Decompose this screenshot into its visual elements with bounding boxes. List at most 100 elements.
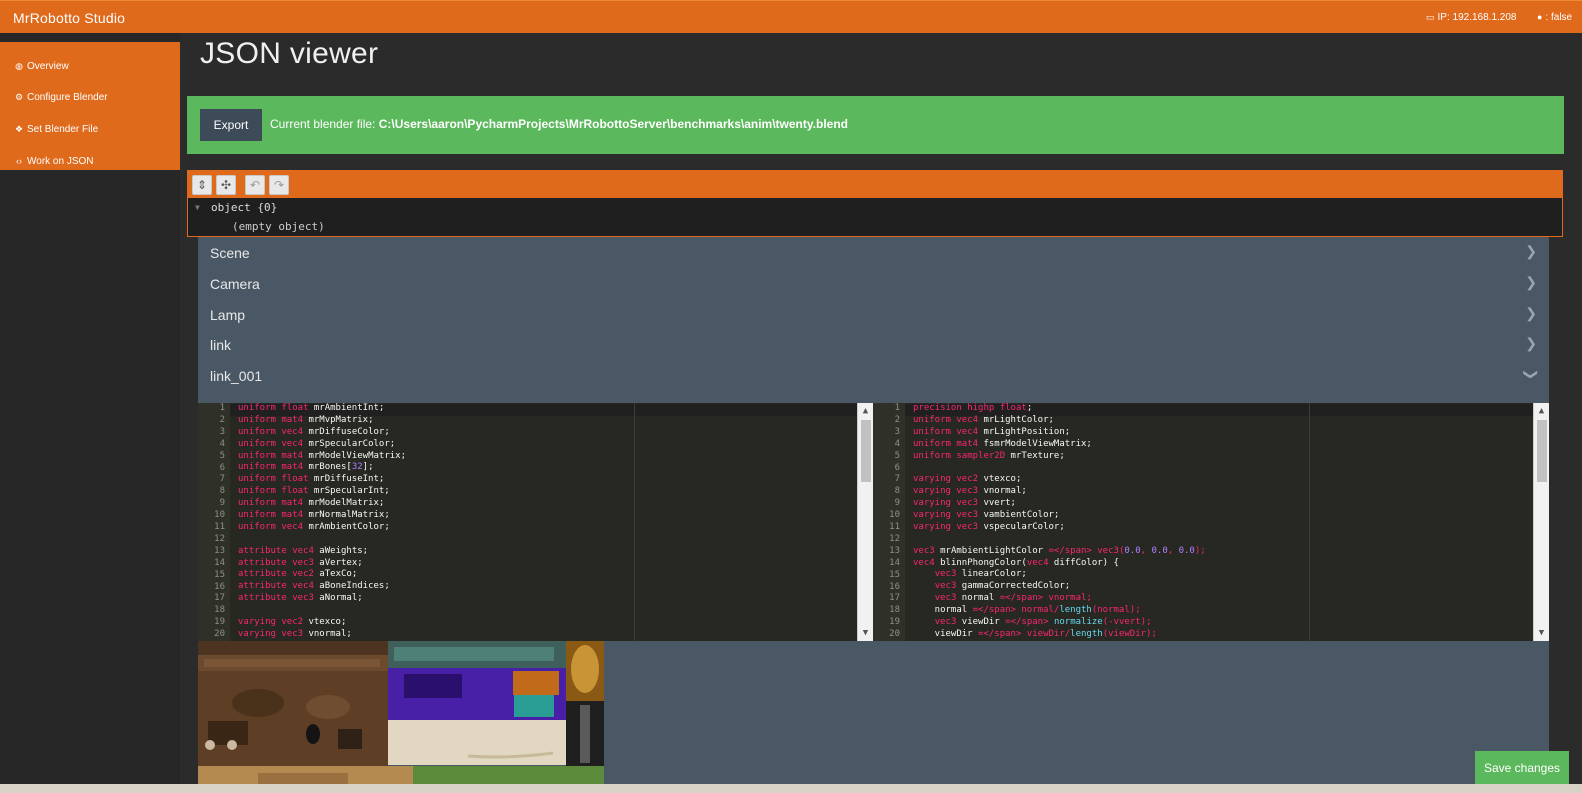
sidebar-item-overview[interactable]: ◍ Overview — [13, 58, 69, 74]
undo-icon[interactable]: ↶ — [245, 175, 265, 195]
tree-toggle-icon[interactable]: ▼ — [195, 203, 200, 212]
accordion-item-camera[interactable]: Camera ❯ — [198, 268, 1549, 299]
fragment-shader-editor[interactable]: 1 2 3 4 5 6 7 8 9 10 11 12 13 14 15 16 17 18 19 20 precisio… — [873, 403, 1549, 641]
tree-root-node[interactable]: object {0} — [211, 201, 277, 214]
line-number: 18 — [889, 605, 900, 616]
accordion-item-link-001[interactable]: link_001 ❯ — [198, 360, 1549, 391]
accordion-item-lamp[interactable]: Lamp ❯ — [198, 299, 1549, 330]
save-changes-button[interactable]: Save changes — [1475, 751, 1569, 784]
scrollbar-thumb[interactable] — [1537, 420, 1547, 482]
code-line: vec3 linearColor; — [934, 569, 1027, 580]
code-line: uniform vec4 mrLightColor; — [913, 414, 1054, 425]
scroll-down-icon[interactable]: ▼ — [858, 626, 873, 640]
line-number: 9 — [894, 498, 900, 509]
android-icon: ● — [1537, 12, 1543, 22]
scrollbar-thumb[interactable] — [861, 420, 871, 482]
code-line: attribute vec3 aNormal; — [238, 593, 363, 604]
redo-icon[interactable]: ↷ — [269, 175, 289, 195]
line-number: 19 — [889, 617, 900, 628]
accordion-title: link_001 — [210, 368, 263, 384]
code-text[interactable]: uniform float mrAmbientInt; uniform mat4 … — [238, 403, 406, 641]
accordion-item-link[interactable]: link ❯ — [198, 329, 1549, 360]
code-line: varying vec3 vambientColor; — [913, 510, 1060, 521]
texture-preview — [198, 641, 604, 793]
ip-status: ▭ IP: 192.168.1.208 — [1426, 12, 1516, 23]
code-line: uniform float mrSpecularInt; — [238, 486, 390, 497]
blend-file-path: C:\Users\aaron\PycharmProjects\MrRobotto… — [378, 117, 848, 131]
line-number: 12 — [214, 533, 225, 544]
code-line: precision highp float; — [913, 403, 1033, 413]
line-number: 12 — [889, 533, 900, 544]
json-tree: ▼ object {0} (empty object) — [188, 199, 1562, 236]
line-number: 11 — [889, 522, 900, 532]
blend-file-prefix: Current blender file: — [270, 117, 379, 131]
code-line: attribute vec2 aTexCo; — [238, 569, 358, 580]
android-status: ●: false — [1537, 12, 1572, 23]
line-number: 20 — [889, 629, 900, 640]
line-number: 8 — [894, 486, 900, 497]
vertex-shader-editor[interactable]: 1 2 3 4 5 6 7 8 9 10 11 12 13 14 15 16 17 18 19 20 uniform … — [198, 403, 873, 641]
texture-image — [198, 641, 604, 793]
line-number: 1 — [219, 403, 225, 413]
code-line: vec3 normal =</span> vnormal; — [934, 593, 1092, 604]
sidebar-item-label: Set Blender File — [27, 123, 99, 135]
code-line: uniform mat4 mrNormalMatrix; — [238, 510, 390, 521]
line-number: 3 — [219, 426, 225, 437]
sidebar-item-label: Work on JSON — [27, 155, 94, 167]
line-number: 7 — [219, 474, 225, 485]
code-line: uniform mat4 mrBones[32]; — [238, 462, 374, 473]
vertical-scrollbar[interactable]: ▲ ▼ — [857, 403, 873, 641]
page-title: JSON viewer — [200, 37, 379, 70]
vertical-scrollbar[interactable]: ▲ ▼ — [1533, 403, 1549, 641]
line-number: 6 — [894, 462, 900, 473]
sidebar-item-label: Overview — [27, 60, 69, 72]
code-line: uniform mat4 mrModelViewMatrix; — [238, 450, 406, 461]
code-line: attribute vec4 aWeights; — [238, 545, 369, 556]
sidebar-item-label: Configure Blender — [27, 91, 108, 103]
line-number: 19 — [214, 617, 225, 628]
json-editor-toolbar: ⇕ ✣ ↶ ↷ — [188, 171, 1562, 198]
sidebar-item-set-blender-file[interactable]: ❖ Set Blender File — [13, 121, 98, 137]
line-number: 18 — [214, 605, 225, 616]
code-line: uniform float mrDiffuseInt; — [238, 474, 385, 485]
accordion-item-scene[interactable]: Scene ❯ — [198, 237, 1549, 268]
line-number: 9 — [219, 498, 225, 509]
brand-title[interactable]: MrRobotto Studio — [13, 10, 125, 26]
accordion-title: Lamp — [210, 307, 246, 323]
code-line: vec4 blinnPhongColor(vec4 diffColor) { — [913, 557, 1119, 568]
chevron-right-icon: ❯ — [1525, 274, 1537, 290]
line-gutter: 1 2 3 4 5 6 7 8 9 10 11 12 13 14 15 16 17 18 19 20 — [873, 403, 905, 641]
tree-empty-node: (empty object) — [232, 220, 325, 233]
bottom-strip — [0, 784, 1582, 793]
code-icon: ‹› — [16, 156, 22, 166]
code-line: varying vec3 vnormal; — [913, 486, 1027, 497]
code-line: varying vec2 vtexco; — [238, 617, 347, 628]
laptop-icon: ▭ — [1426, 12, 1435, 22]
export-button[interactable]: Export — [200, 109, 262, 141]
sidebar-item-configure-blender[interactable]: ⚙ Configure Blender — [13, 89, 108, 105]
code-line: uniform sampler2D mrTexture; — [913, 450, 1065, 461]
line-number: 16 — [889, 581, 900, 592]
print-margin — [634, 403, 635, 641]
sidebar-item-work-on-json[interactable]: ‹› Work on JSON — [13, 153, 94, 169]
code-line: uniform mat4 mrModelMatrix; — [238, 498, 385, 509]
expand-all-icon[interactable]: ⇕ — [192, 175, 212, 195]
cubes-icon: ❖ — [14, 123, 24, 134]
code-line: uniform vec4 mrSpecularColor; — [238, 438, 396, 449]
scroll-down-icon[interactable]: ▼ — [1534, 626, 1549, 640]
line-number: 10 — [214, 510, 225, 521]
code-line: vec3 gammaCorrectedColor; — [934, 581, 1071, 592]
code-text[interactable]: precision highp float; uniform vec4 mrLig… — [913, 403, 1206, 641]
code-line: varying vec3 vnormal; — [238, 628, 352, 639]
code-line: uniform vec4 mrAmbientColor; — [238, 521, 390, 532]
scroll-up-icon[interactable]: ▲ — [1534, 404, 1549, 418]
collapse-all-icon[interactable]: ✣ — [216, 175, 236, 195]
line-number: 2 — [894, 414, 900, 425]
chevron-right-icon: ❯ — [1525, 243, 1537, 259]
scroll-up-icon[interactable]: ▲ — [858, 404, 873, 418]
line-number: 14 — [889, 557, 900, 568]
line-number: 14 — [214, 557, 225, 568]
code-line: vec3 mrAmbientLightColor =</span> vec3(0… — [913, 545, 1206, 556]
sidebar: ◍ Overview ⚙ Configure Blender ❖ Set Ble… — [0, 33, 180, 793]
